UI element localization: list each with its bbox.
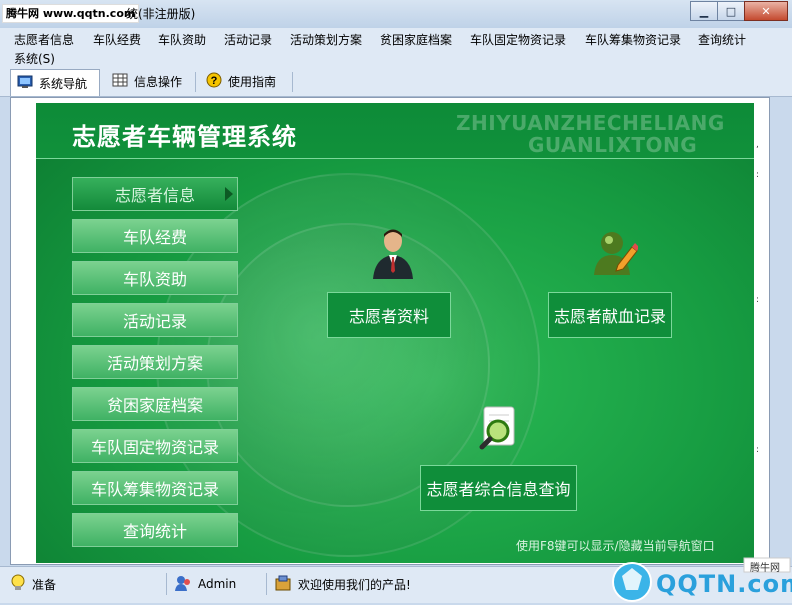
menu-item-fleet-sponsorship[interactable]: 车队资助 (158, 30, 206, 50)
maximize-button[interactable]: □ (717, 1, 745, 21)
blood-donation-records-button[interactable]: 志愿者献血记录 (548, 292, 672, 338)
status-separator (166, 573, 167, 595)
nav-label: 志愿者信息 (114, 186, 195, 205)
comprehensive-query-button[interactable]: 志愿者综合信息查询 (420, 465, 577, 511)
nav-fixed-assets[interactable]: 车队固定物资记录 (72, 429, 238, 463)
system-title: 志愿者车辆管理系统 (72, 123, 297, 151)
user-icon (174, 574, 192, 595)
f8-hint-text: 使用F8键可以显示/隐藏当前导航窗口 (516, 539, 715, 553)
menu-item-fixed-assets[interactable]: 车队固定物资记录 (470, 30, 566, 50)
status-ready-text: 准备 (32, 577, 57, 592)
close-button[interactable]: ✕ (744, 1, 788, 21)
status-ready: 准备 (10, 573, 56, 595)
pinyin-title-line1: ZHIYUANZHECHELIANG (456, 111, 725, 135)
menu-item-poor-family-files[interactable]: 贫困家庭档案 (380, 30, 452, 50)
menu-item-volunteer-info[interactable]: 志愿者信息 (14, 30, 74, 50)
magnifier-icon[interactable] (478, 405, 520, 454)
window-controls: ▁ □ ✕ (690, 1, 788, 21)
tab-label: 系统导航 (39, 76, 88, 91)
navigation-panel: 志愿者车辆管理系统 ZHIYUANZHECHELIANG GUANLIXTONG… (36, 103, 754, 563)
panel-header: 志愿者车辆管理系统 ZHIYUANZHECHELIANG GUANLIXTONG (36, 103, 754, 159)
nav-activity-records[interactable]: 活动记录 (72, 303, 238, 337)
tab-label: 使用指南 (228, 75, 277, 89)
toolbar: 系统导航 信息操作 ? 使用指南 (0, 68, 792, 97)
nav-query-stats[interactable]: 查询统计 (72, 513, 238, 547)
status-separator (266, 573, 267, 595)
light-bulb-icon (10, 574, 26, 595)
volunteer-profile-button[interactable]: 志愿者资料 (327, 292, 451, 338)
tab-label: 信息操作 (134, 75, 183, 89)
menu-bar: 志愿者信息 车队经费 车队资助 活动记录 活动策划方案 贫困家庭档案 车队固定物… (0, 28, 792, 68)
toolbar-separator (195, 72, 196, 92)
monitor-icon (17, 75, 33, 92)
menu-item-system[interactable]: 系统(S) (14, 49, 55, 69)
grid-icon (112, 73, 128, 90)
nav-fleet-funds[interactable]: 车队经费 (72, 219, 238, 253)
tab-info-operations[interactable]: 信息操作 (106, 69, 192, 94)
gutter-mark: : (756, 445, 760, 455)
menu-item-activity-records[interactable]: 活动记录 (224, 30, 272, 50)
toolbar-separator (292, 72, 293, 92)
watermark-logo-text: QQTN.com (656, 570, 792, 598)
gutter-mark: , (756, 140, 759, 150)
status-user-text: Admin (198, 577, 237, 591)
menu-item-activity-plans[interactable]: 活动策划方案 (290, 30, 362, 50)
watermark-badge: 腾牛网 www.qqtn.com (2, 4, 140, 23)
pinyin-title-line2: GUANLIXTONG (528, 133, 698, 157)
window-title: 统(非注册版) (126, 7, 196, 21)
menu-item-query-stats[interactable]: 查询统计 (698, 30, 746, 50)
status-user: Admin (174, 573, 236, 595)
arrow-right-icon (225, 187, 233, 201)
gutter-mark: : (756, 295, 760, 305)
svg-text:?: ? (211, 75, 218, 87)
menu-item-raised-supplies[interactable]: 车队筹集物资记录 (585, 30, 681, 50)
tab-user-guide[interactable]: ? 使用指南 (200, 69, 288, 94)
help-icon: ? (206, 72, 222, 91)
app-icon (274, 574, 292, 595)
nav-activity-plans[interactable]: 活动策划方案 (72, 345, 238, 379)
nav-fleet-sponsorship[interactable]: 车队资助 (72, 261, 238, 295)
user-edit-icon[interactable] (592, 229, 639, 280)
gutter-mark: : (756, 170, 760, 180)
nav-poor-family-files[interactable]: 贫困家庭档案 (72, 387, 238, 421)
status-message-text: 欢迎使用我们的产品! (298, 577, 411, 592)
menu-item-fleet-funds[interactable]: 车队经费 (93, 30, 141, 50)
title-bar: 腾牛网 www.qqtn.com 统(非注册版) ▁ □ ✕ (0, 0, 792, 28)
status-message: 欢迎使用我们的产品! (274, 573, 411, 595)
nav-volunteer-info[interactable]: 志愿者信息 (72, 177, 238, 211)
qqtn-watermark: 腾牛网 QQTN.com (610, 556, 792, 602)
tab-system-navigation[interactable]: 系统导航 (10, 69, 100, 96)
minimize-button[interactable]: ▁ (690, 1, 718, 21)
person-icon[interactable] (370, 227, 416, 282)
nav-raised-supplies[interactable]: 车队筹集物资记录 (72, 471, 238, 505)
